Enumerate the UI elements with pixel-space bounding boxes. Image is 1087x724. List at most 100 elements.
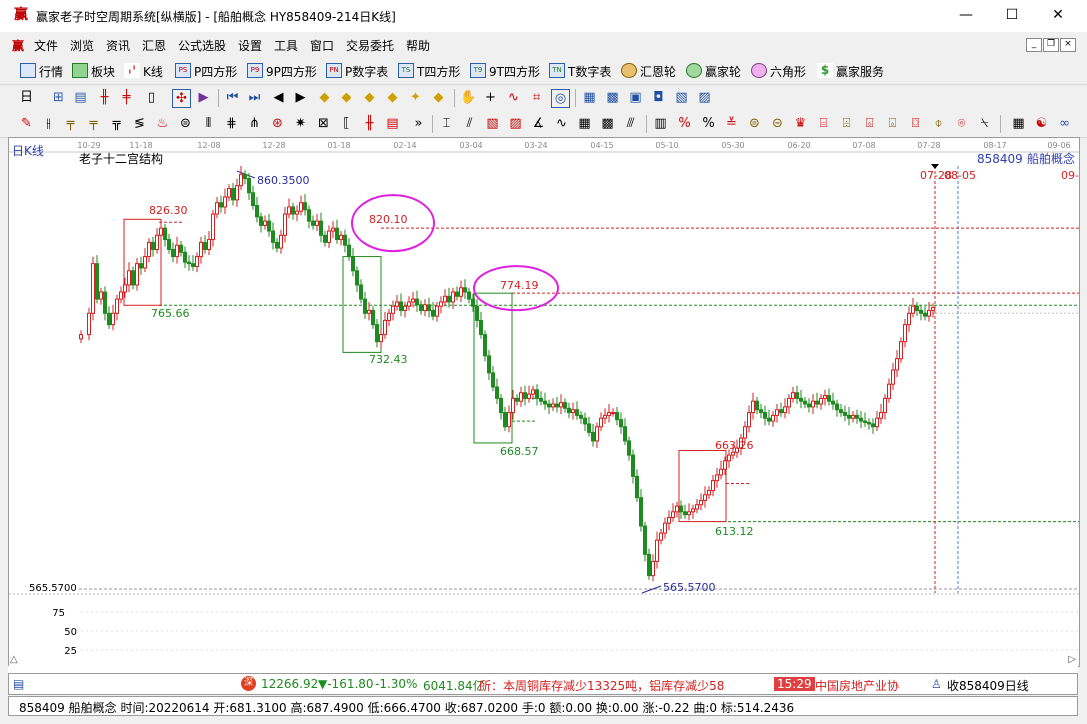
circle-tool-icon[interactable]: ⊜ bbox=[177, 115, 194, 132]
calendar-icon[interactable]: ▦ bbox=[581, 89, 598, 106]
grid-view-icon[interactable]: ▦ bbox=[1010, 115, 1027, 132]
menu-browse[interactable]: 浏览 bbox=[70, 37, 94, 54]
palace-d-icon[interactable]: ⌺ bbox=[861, 115, 878, 132]
grid-tool-1-icon[interactable]: ⦀ bbox=[200, 115, 217, 132]
candle-menu-icon[interactable]: ▯ bbox=[143, 89, 160, 106]
mdi-minimize-button[interactable]: _ bbox=[1026, 38, 1042, 52]
diamond-4-icon[interactable]: ◆ bbox=[384, 89, 401, 106]
zigzag-icon[interactable]: ∿ bbox=[505, 89, 522, 106]
palace-b-icon[interactable]: ⌸ bbox=[815, 115, 832, 132]
grid-tool-2-icon[interactable]: ⋕ bbox=[223, 115, 240, 132]
kline-chart-icon[interactable]: ╫ bbox=[96, 89, 113, 106]
last-icon[interactable]: ⏭ bbox=[246, 89, 263, 106]
palace-f-icon[interactable]: ⌼ bbox=[907, 115, 924, 132]
nav-p-number-table[interactable]: PN P数字表 bbox=[326, 63, 388, 80]
kline-chart[interactable]: 日K线 老子十二宫结构 858409 船舶概念 565.5700 75 50 2… bbox=[9, 138, 1079, 666]
menu-file[interactable]: 文件 bbox=[34, 37, 58, 54]
bracket-tool-icon[interactable]: ⟦ bbox=[338, 115, 355, 132]
palace-tool-2-icon[interactable]: ▤ bbox=[384, 115, 401, 132]
menu-settings[interactable]: 设置 bbox=[238, 37, 262, 54]
close-button[interactable]: ✕ bbox=[1035, 0, 1081, 32]
coin-icon[interactable]: ⊜ bbox=[746, 115, 763, 132]
nav-9t-square[interactable]: T9 9T四方形 bbox=[470, 63, 540, 80]
star-tool-icon[interactable]: ✷ bbox=[292, 115, 309, 132]
kline-chart-panel[interactable]: 日K线 老子十二宫结构 858409 船舶概念 565.5700 75 50 2… bbox=[8, 137, 1080, 667]
matrix-tool-icon[interactable]: ▩ bbox=[599, 115, 616, 132]
percent-box-icon[interactable]: % bbox=[676, 115, 693, 132]
structure-icon[interactable]: ✣ bbox=[172, 89, 191, 108]
bar-chart-icon[interactable]: ╪ bbox=[118, 89, 135, 106]
nav-winner-wheel[interactable]: 赢家轮 bbox=[686, 63, 741, 80]
ruler-icon[interactable]: ▥ bbox=[652, 115, 669, 132]
taiji-icon[interactable]: ☯ bbox=[1033, 115, 1050, 132]
news-scroll[interactable]: 所：本周铜库存减少13325吨，铝库存减少58 bbox=[479, 677, 724, 694]
menu-formula-select[interactable]: 公式选股 bbox=[178, 37, 226, 54]
diamond-3-icon[interactable]: ◆ bbox=[361, 89, 378, 106]
line-tool-6-icon[interactable]: ♨ bbox=[154, 115, 171, 132]
wave-tool-icon[interactable]: ∿ bbox=[553, 115, 570, 132]
menu-window[interactable]: 窗口 bbox=[310, 37, 334, 54]
hand-icon[interactable]: ✋ bbox=[460, 89, 477, 106]
palace-c-icon[interactable]: ⌹ bbox=[838, 115, 855, 132]
minimize-button[interactable]: — bbox=[943, 0, 989, 32]
parallel-tool-icon[interactable]: ⫻ bbox=[622, 115, 639, 132]
menu-tools[interactable]: 工具 bbox=[274, 37, 298, 54]
scroll-up-icon[interactable]: △ bbox=[10, 654, 18, 665]
spiral-tool-icon[interactable]: ⊛ bbox=[269, 115, 286, 132]
menu-trade[interactable]: 交易委托 bbox=[346, 37, 394, 54]
maximize-button[interactable]: ☐ bbox=[989, 0, 1035, 32]
angle-tool-icon[interactable]: ∡ bbox=[530, 115, 547, 132]
ticker-menu-icon[interactable]: ▤ bbox=[13, 677, 24, 691]
crosshair-icon[interactable]: + bbox=[482, 89, 499, 106]
next-icon[interactable]: ▶ bbox=[292, 89, 309, 106]
first-icon[interactable]: ⏮ bbox=[224, 89, 241, 106]
save-icon[interactable]: ◘ bbox=[650, 89, 667, 106]
percent-icon[interactable]: % bbox=[700, 115, 717, 132]
palace-g-icon[interactable]: ⌽ bbox=[930, 115, 947, 132]
line-tool-5-icon[interactable]: ≶ bbox=[131, 115, 148, 132]
line-tool-2-icon[interactable]: ╤ bbox=[62, 115, 79, 132]
rect-tool-2-icon[interactable]: ▨ bbox=[507, 115, 524, 132]
rect-tool-1-icon[interactable]: ▧ bbox=[484, 115, 501, 132]
loop-icon[interactable]: ∞ bbox=[1056, 115, 1073, 132]
scroll-right-icon[interactable]: ▷ bbox=[1068, 654, 1076, 665]
palace-i-icon[interactable]: ⍀ bbox=[976, 115, 993, 132]
line-tool-4-icon[interactable]: ╦ bbox=[108, 115, 125, 132]
nav-huien-wheel[interactable]: 汇恩轮 bbox=[621, 63, 676, 80]
box-tool-icon[interactable]: ⌶ bbox=[438, 115, 455, 132]
nav-9p-square[interactable]: P9 9P四方形 bbox=[247, 63, 317, 80]
news-scroll-2[interactable]: 中国房地产业协 bbox=[815, 677, 899, 694]
overlay-icon[interactable]: ◎ bbox=[551, 89, 570, 108]
indicator-icon[interactable]: ⊞ bbox=[50, 89, 67, 106]
diamond-1-icon[interactable]: ◆ bbox=[316, 89, 333, 106]
prev-icon[interactable]: ◀ bbox=[270, 89, 287, 106]
palace-e-icon[interactable]: ⌻ bbox=[884, 115, 901, 132]
menu-help[interactable]: 帮助 bbox=[406, 37, 430, 54]
more-tools-icon[interactable]: » bbox=[410, 115, 427, 132]
flag-icon[interactable]: ▶ bbox=[195, 89, 212, 106]
menu-huien[interactable]: 汇恩 bbox=[142, 37, 166, 54]
export-icon[interactable]: ▨ bbox=[696, 89, 713, 106]
cut-icon[interactable]: ⌗ bbox=[528, 89, 545, 106]
line-tool-3-icon[interactable]: ╤ bbox=[85, 115, 102, 132]
nav-t-number-table[interactable]: TN T数字表 bbox=[549, 63, 611, 80]
mdi-restore-button[interactable]: ❐ bbox=[1043, 38, 1059, 52]
nav-t-square[interactable]: TS T四方形 bbox=[398, 63, 460, 80]
line-tool-1-icon[interactable]: ⫲ bbox=[40, 115, 57, 132]
palace-h-icon[interactable]: ⌾ bbox=[953, 115, 970, 132]
print-icon[interactable]: ▧ bbox=[673, 89, 690, 106]
diamond-5-icon[interactable]: ✦ bbox=[407, 89, 424, 106]
nav-p-square[interactable]: PS P四方形 bbox=[175, 63, 237, 80]
nav-kline[interactable]: ╻╹ K线 bbox=[124, 63, 163, 80]
nav-sector[interactable]: 板块 bbox=[72, 63, 115, 80]
nav-quotes[interactable]: 行情 bbox=[20, 63, 63, 80]
report-icon[interactable]: ▣ bbox=[627, 89, 644, 106]
gann-tool-icon[interactable]: ⊠ bbox=[315, 115, 332, 132]
gold-icon[interactable]: ⊝ bbox=[769, 115, 786, 132]
channel-tool-icon[interactable]: ⫽ bbox=[461, 115, 478, 132]
nav-winner-service[interactable]: $ 赢家服务 bbox=[817, 63, 884, 80]
diamond-2-icon[interactable]: ◆ bbox=[338, 89, 355, 106]
notes-icon[interactable]: ▤ bbox=[72, 89, 89, 106]
fan-tool-icon[interactable]: ⋔ bbox=[246, 115, 263, 132]
menu-info[interactable]: 资讯 bbox=[106, 37, 130, 54]
